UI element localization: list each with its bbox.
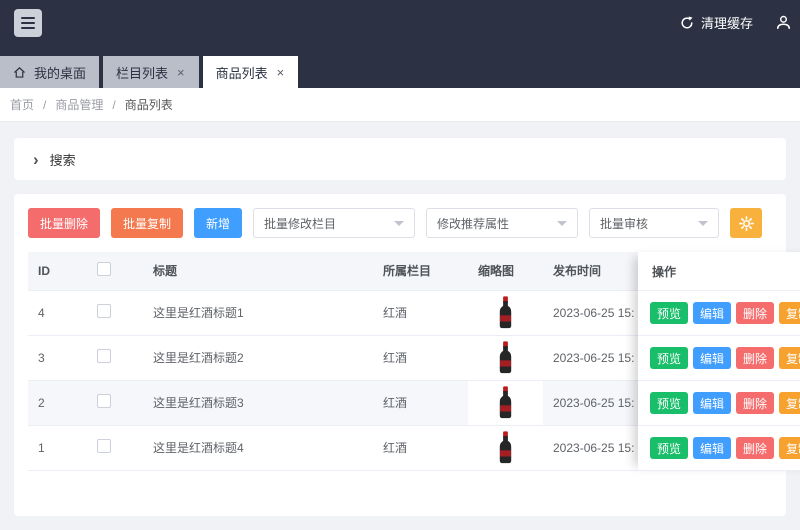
breadcrumb-current: 商品列表: [125, 96, 173, 113]
chevron-down-icon: [698, 221, 708, 226]
preview-button[interactable]: 预览: [650, 437, 688, 459]
cell-category: 红酒: [373, 335, 468, 380]
product-list-card: 批量删除 批量复制 新增 批量修改栏目 修改推荐属性 批量审核: [14, 194, 786, 516]
batch-delete-button[interactable]: 批量删除: [28, 208, 100, 238]
edit-button[interactable]: 编辑: [693, 302, 731, 324]
close-icon[interactable]: ×: [176, 66, 186, 79]
header-title: 标题: [143, 252, 373, 290]
copy-button[interactable]: 复制: [779, 302, 800, 324]
row-checkbox[interactable]: [97, 304, 111, 318]
preview-button[interactable]: 预览: [650, 347, 688, 369]
cell-category: 红酒: [373, 380, 468, 425]
edit-button[interactable]: 编辑: [693, 392, 731, 414]
gear-icon: [739, 216, 754, 231]
delete-button[interactable]: 删除: [736, 302, 774, 324]
cell-id: 1: [28, 425, 83, 470]
header-actions: 操作: [638, 252, 800, 291]
product-table: ID 标题 所属栏目 缩略图 发布时间 4 这里是红酒标题1 红酒: [28, 252, 743, 471]
row-checkbox[interactable]: [97, 394, 111, 408]
row-actions: 预览 编辑 删除 复制: [638, 336, 800, 381]
table-row: 3 这里是红酒标题2 红酒 2023-06-25 15:: [28, 335, 743, 380]
batch-copy-button[interactable]: 批量复制: [111, 208, 183, 238]
cell-category: 红酒: [373, 425, 468, 470]
top-navbar: 清理缓存: [0, 0, 800, 45]
cell-id: 4: [28, 290, 83, 335]
tab-product-list[interactable]: 商品列表 ×: [203, 56, 299, 88]
tab-my-desktop[interactable]: 我的桌面: [0, 56, 99, 88]
delete-button[interactable]: 删除: [736, 437, 774, 459]
table-header-row: ID 标题 所属栏目 缩略图 发布时间: [28, 252, 743, 290]
cell-title[interactable]: 这里是红酒标题3: [143, 380, 373, 425]
cell-title[interactable]: 这里是红酒标题2: [143, 335, 373, 380]
header-category: 所属栏目: [373, 252, 468, 290]
toolbar: 批量删除 批量复制 新增 批量修改栏目 修改推荐属性 批量审核: [28, 208, 772, 238]
tab-label: 我的桌面: [34, 63, 86, 82]
user-profile-button[interactable]: [775, 14, 792, 31]
header-id: ID: [28, 252, 83, 290]
batch-audit-select[interactable]: 批量审核: [589, 208, 719, 238]
breadcrumb-home[interactable]: 首页: [10, 96, 34, 113]
table-row: 1 这里是红酒标题4 红酒 2023-06-25 15:: [28, 425, 743, 470]
edit-button[interactable]: 编辑: [693, 347, 731, 369]
delete-button[interactable]: 删除: [736, 392, 774, 414]
cell-id: 2: [28, 380, 83, 425]
breadcrumb-product-manage[interactable]: 商品管理: [55, 96, 103, 113]
wine-bottle-thumbnail: [478, 386, 533, 419]
table-row: 2 这里是红酒标题3 红酒 2023-06-25 15:: [28, 380, 743, 425]
cell-id: 3: [28, 335, 83, 380]
breadcrumb-separator: /: [43, 98, 46, 112]
wine-bottle-thumbnail: [478, 296, 533, 329]
search-panel-label: 搜索: [50, 150, 76, 169]
wine-bottle-thumbnail: [478, 341, 533, 374]
close-icon[interactable]: ×: [276, 66, 286, 79]
select-value: 批量审核: [600, 215, 648, 232]
select-value: 批量修改栏目: [264, 215, 336, 232]
copy-button[interactable]: 复制: [779, 392, 800, 414]
select-all-checkbox[interactable]: [97, 262, 111, 276]
copy-button[interactable]: 复制: [779, 437, 800, 459]
modify-recommend-attr-select[interactable]: 修改推荐属性: [426, 208, 578, 238]
header-thumbnail: 缩略图: [468, 252, 543, 290]
add-button[interactable]: 新增: [194, 208, 242, 238]
edit-button[interactable]: 编辑: [693, 437, 731, 459]
search-collapse-panel[interactable]: › 搜索: [14, 138, 786, 180]
row-actions: 预览 编辑 删除 复制: [638, 291, 800, 336]
delete-button[interactable]: 删除: [736, 347, 774, 369]
row-checkbox[interactable]: [97, 349, 111, 363]
cell-title[interactable]: 这里是红酒标题1: [143, 290, 373, 335]
main-content: › 搜索 批量删除 批量复制 新增 批量修改栏目 修改推荐属性 批量审核: [0, 138, 800, 516]
tab-category-list[interactable]: 栏目列表 ×: [103, 56, 199, 88]
clear-cache-button[interactable]: 清理缓存: [680, 13, 753, 32]
row-actions: 预览 编辑 删除 复制: [638, 426, 800, 471]
wine-bottle-thumbnail: [478, 431, 533, 464]
sidebar-toggle-icon[interactable]: [14, 9, 42, 37]
refresh-icon: [680, 16, 694, 30]
copy-button[interactable]: 复制: [779, 347, 800, 369]
row-checkbox[interactable]: [97, 439, 111, 453]
tab-label: 商品列表: [216, 63, 268, 82]
cell-category: 红酒: [373, 290, 468, 335]
chevron-right-icon: ›: [33, 151, 39, 168]
home-icon: [13, 66, 26, 79]
fixed-actions-column: 操作 预览 编辑 删除 复制 预览 编辑 删除 复制 预览 编辑 删除 复制 预…: [638, 252, 800, 471]
clear-cache-label: 清理缓存: [701, 13, 753, 32]
column-settings-button[interactable]: [730, 208, 762, 238]
select-value: 修改推荐属性: [437, 215, 509, 232]
row-actions: 预览 编辑 删除 复制: [638, 381, 800, 426]
chevron-down-icon: [557, 221, 567, 226]
tab-label: 栏目列表: [116, 63, 168, 82]
preview-button[interactable]: 预览: [650, 302, 688, 324]
table-row: 4 这里是红酒标题1 红酒 2023-06-25 15:: [28, 290, 743, 335]
tab-bar: 我的桌面 栏目列表 × 商品列表 ×: [0, 45, 800, 88]
preview-button[interactable]: 预览: [650, 392, 688, 414]
cell-title[interactable]: 这里是红酒标题4: [143, 425, 373, 470]
batch-modify-category-select[interactable]: 批量修改栏目: [253, 208, 415, 238]
breadcrumb-separator: /: [112, 98, 115, 112]
user-icon: [775, 14, 792, 31]
breadcrumb: 首页 / 商品管理 / 商品列表: [0, 88, 800, 122]
chevron-down-icon: [394, 221, 404, 226]
